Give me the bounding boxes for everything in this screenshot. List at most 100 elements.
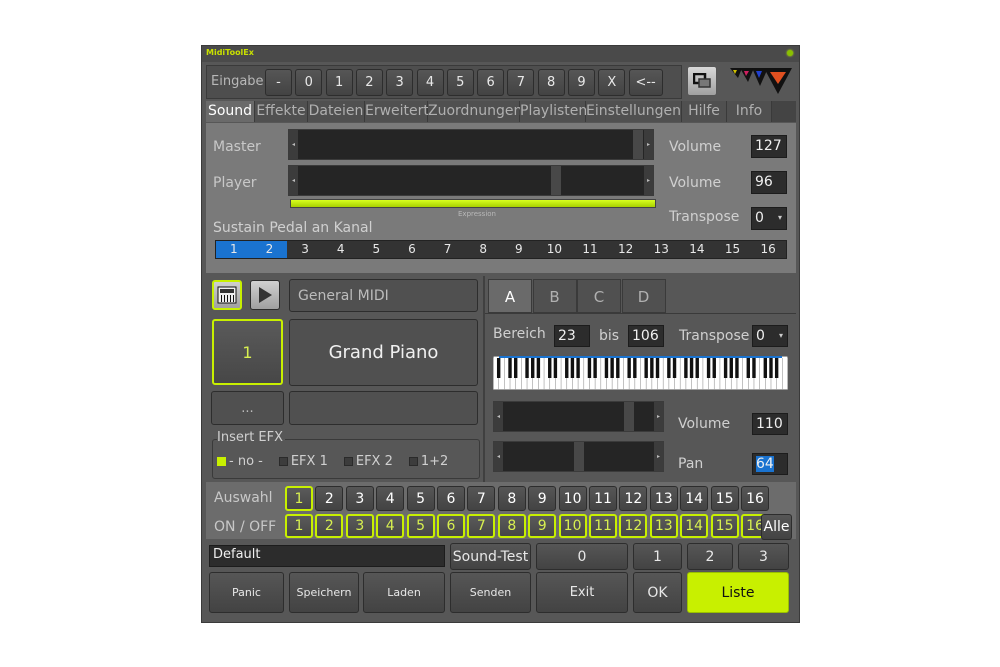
sustain-channel[interactable]: 4 xyxy=(323,241,359,258)
slider-left-arrow-icon[interactable]: ◂ xyxy=(494,442,503,471)
onoff-channel-button[interactable]: 10 xyxy=(558,514,587,538)
sustain-channel[interactable]: 15 xyxy=(715,241,751,258)
range-to-field[interactable]: 106 xyxy=(628,325,664,347)
slot-button[interactable]: 1 xyxy=(633,543,682,570)
select-channel-button[interactable]: 16 xyxy=(741,486,769,511)
select-channel-button[interactable]: 10 xyxy=(558,486,587,511)
input-key-button[interactable]: 2 xyxy=(355,69,383,96)
slider-thumb[interactable] xyxy=(624,402,634,431)
master-slider[interactable]: ◂ ▸ xyxy=(288,129,654,160)
tab-dateien[interactable]: Dateien xyxy=(308,101,365,122)
input-key-button[interactable]: <-- xyxy=(628,69,663,96)
layer-tab-d[interactable]: D xyxy=(621,279,666,313)
onoff-channel-button[interactable]: 8 xyxy=(497,514,526,538)
slider-thumb[interactable] xyxy=(574,442,584,471)
slider-right-arrow-icon[interactable]: ▸ xyxy=(654,442,663,471)
onoff-channel-button[interactable]: 14 xyxy=(680,514,709,538)
input-key-button[interactable]: 7 xyxy=(507,69,535,96)
input-key-button[interactable]: 5 xyxy=(446,69,474,96)
keyboard-button[interactable] xyxy=(212,280,242,310)
input-key-button[interactable]: 9 xyxy=(568,69,595,96)
window-mode-button[interactable] xyxy=(687,66,717,96)
select-channel-button[interactable]: 5 xyxy=(406,486,435,511)
sustain-channel[interactable]: 1 xyxy=(216,241,252,258)
onoff-channel-button[interactable]: 12 xyxy=(619,514,648,538)
onoff-channel-button[interactable]: 2 xyxy=(315,514,344,538)
slider-thumb[interactable] xyxy=(551,166,561,195)
layer-transpose-dropdown[interactable]: 0 ▾ xyxy=(752,325,788,347)
onoff-channel-button[interactable]: 7 xyxy=(467,514,496,538)
select-channel-button[interactable]: 8 xyxy=(497,486,526,511)
onoff-channel-button[interactable]: 3 xyxy=(345,514,374,538)
input-key-button[interactable]: X xyxy=(598,69,626,96)
transpose-dropdown[interactable]: 0 ▾ xyxy=(751,207,787,230)
input-key-button[interactable]: 0 xyxy=(295,69,323,96)
input-key-button[interactable]: 1 xyxy=(325,69,353,96)
slider-left-arrow-icon[interactable]: ◂ xyxy=(494,402,503,431)
onoff-channel-button[interactable]: 1 xyxy=(285,514,313,538)
efx-option[interactable]: EFX 1 xyxy=(278,454,328,469)
expression-bar[interactable] xyxy=(290,199,656,208)
select-channel-button[interactable]: 1 xyxy=(285,486,313,511)
slider-left-arrow-icon[interactable]: ◂ xyxy=(289,166,298,195)
tab-playlisten[interactable]: Playlisten xyxy=(520,101,587,122)
layer-tab-c[interactable]: C xyxy=(577,279,621,313)
tab-einstellungen[interactable]: Einstellungen xyxy=(586,101,682,122)
more-button[interactable]: ... xyxy=(211,391,284,425)
select-channel-button[interactable]: 12 xyxy=(619,486,648,511)
input-key-button[interactable]: 6 xyxy=(477,69,505,96)
range-from-field[interactable]: 23 xyxy=(554,325,590,347)
send-button[interactable]: Senden xyxy=(450,572,531,613)
select-channel-button[interactable]: 6 xyxy=(437,486,465,511)
onoff-channel-button[interactable]: 13 xyxy=(649,514,678,538)
input-key-button[interactable]: 8 xyxy=(537,69,565,96)
panic-button[interactable]: Panic xyxy=(209,572,284,613)
slider-right-arrow-icon[interactable]: ▸ xyxy=(654,402,663,431)
save-button[interactable]: Speichern xyxy=(289,572,359,613)
sustain-channel[interactable]: 8 xyxy=(465,241,501,258)
sound-test-button[interactable]: Sound-Test xyxy=(450,543,531,570)
sustain-channel[interactable]: 6 xyxy=(394,241,430,258)
input-key-button[interactable]: 3 xyxy=(386,69,414,96)
tab-effekte[interactable]: Effekte xyxy=(255,101,308,122)
exit-button[interactable]: Exit xyxy=(536,572,628,613)
tab-sound[interactable]: Sound xyxy=(206,101,255,122)
onoff-channel-button[interactable]: 9 xyxy=(528,514,557,538)
select-channel-button[interactable]: 9 xyxy=(528,486,557,511)
preset-name-field[interactable]: Default xyxy=(209,545,445,567)
tab-zuordnungen[interactable]: Zuordnungen xyxy=(428,101,522,122)
select-channel-button[interactable]: 7 xyxy=(467,486,496,511)
pan-slider[interactable]: ◂ ▸ xyxy=(493,441,664,472)
sustain-channel[interactable]: 13 xyxy=(644,241,680,258)
sustain-channel[interactable]: 14 xyxy=(679,241,715,258)
sustain-channel[interactable]: 2 xyxy=(251,241,288,258)
load-button[interactable]: Laden xyxy=(363,572,445,613)
slot-button[interactable]: 3 xyxy=(738,543,789,570)
slot-button[interactable]: 0 xyxy=(536,543,628,570)
slot-button[interactable]: 2 xyxy=(687,543,733,570)
sustain-channel[interactable]: 16 xyxy=(750,241,786,258)
list-button[interactable]: Liste xyxy=(687,572,789,613)
tab-hilfe[interactable]: Hilfe xyxy=(682,101,727,122)
onoff-channel-button[interactable]: 15 xyxy=(710,514,739,538)
ok-button[interactable]: OK xyxy=(633,572,682,613)
piano-keyboard[interactable] xyxy=(493,356,788,390)
select-channel-button[interactable]: 4 xyxy=(376,486,405,511)
sustain-channel[interactable]: 10 xyxy=(537,241,573,258)
efx-option[interactable]: 1+2 xyxy=(408,454,448,469)
select-channel-button[interactable]: 15 xyxy=(710,486,739,511)
input-key-button[interactable]: 4 xyxy=(416,69,444,96)
pan-field[interactable]: 64 xyxy=(752,453,788,475)
slider-right-arrow-icon[interactable]: ▸ xyxy=(644,166,653,195)
player-slider[interactable]: ◂ ▸ xyxy=(288,165,654,196)
onoff-channel-button[interactable]: 5 xyxy=(406,514,435,538)
onoff-channel-button[interactable]: 11 xyxy=(589,514,617,538)
empty-button[interactable] xyxy=(289,391,478,425)
input-key-button[interactable]: - xyxy=(265,69,292,96)
slider-thumb[interactable] xyxy=(633,130,643,159)
instrument-name-button[interactable]: Grand Piano xyxy=(289,319,478,386)
select-channel-button[interactable]: 3 xyxy=(345,486,374,511)
sustain-channel[interactable]: 7 xyxy=(430,241,466,258)
slider-left-arrow-icon[interactable]: ◂ xyxy=(289,130,298,159)
channel-button[interactable]: 1 xyxy=(212,319,283,385)
